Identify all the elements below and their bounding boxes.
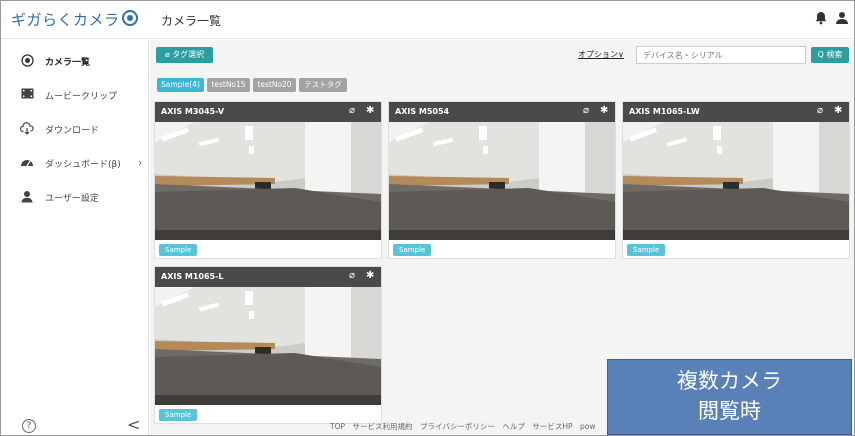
camera-card-header: AXIS M1065-LW ⌀ ✱	[623, 102, 849, 122]
camera-snapshot[interactable]	[155, 122, 381, 240]
logo-text: ギガらくカメラ	[11, 11, 120, 29]
options-link[interactable]: オプション∨	[578, 49, 624, 60]
camera-name: AXIS M5054	[395, 107, 450, 116]
options-label: オプション	[578, 50, 618, 59]
camera-card[interactable]: AXIS M3045-V ⌀ ✱ Sample	[154, 101, 382, 259]
sidebar-item-movie-clip[interactable]: ムービークリップ	[1, 82, 149, 112]
download-icon	[19, 122, 34, 136]
sidebar-item-label: ユーザー設定	[45, 194, 99, 204]
camera-card-header: AXIS M5054 ⌀ ✱	[389, 102, 615, 122]
camera-card-header: AXIS M1065-L ⌀ ✱	[155, 267, 381, 287]
sidebar-item-label: ダウンロード	[45, 126, 100, 136]
sidebar-item-label: カメラ一覧	[45, 58, 91, 68]
app-window: ギガらくカメラ カメラ一覧 カメラ一覧 ムービークリップ ダウンロード ダッシュ…	[0, 0, 855, 436]
page-title: カメラ一覧	[161, 14, 222, 28]
tag-chip[interactable]: testNo15	[207, 78, 250, 92]
overlay-line: 閲覧時	[698, 399, 761, 423]
tag-chip[interactable]: testNo20	[253, 78, 296, 92]
gear-icon[interactable]: ✱	[834, 105, 842, 116]
tag-icon[interactable]: ⌀	[817, 105, 823, 116]
chevron-down-icon: ∨	[618, 50, 624, 59]
tag-icon[interactable]: ⌀	[349, 270, 355, 281]
collapse-sidebar-icon[interactable]: <	[127, 415, 140, 434]
annotation-overlay: 複数カメラ 閲覧時	[607, 359, 852, 435]
sidebar-item-label: ダッシュボード(β)	[45, 160, 121, 170]
bell-icon[interactable]	[813, 11, 829, 27]
camera-name: AXIS M1065-LW	[629, 107, 700, 116]
camera-snapshot[interactable]	[623, 122, 849, 240]
sidebar-item-label: ムービークリップ	[45, 92, 118, 102]
camera-tag-badge[interactable]: Sample	[393, 244, 432, 256]
dashboard-icon	[20, 156, 34, 170]
overlay-line: 複数カメラ	[677, 369, 782, 393]
tag-chip[interactable]: Sample(4)	[157, 78, 204, 92]
camera-name: AXIS M3045-V	[161, 107, 225, 116]
tag-select-button[interactable]: ⌀ タグ選択	[156, 47, 213, 63]
camera-tag-badge[interactable]: Sample	[159, 409, 198, 421]
camera-tag-badge[interactable]: Sample	[627, 244, 666, 256]
chevron-right-icon: ›	[138, 156, 143, 169]
search-button-label: 検索	[826, 50, 843, 59]
tag-icon[interactable]: ⌀	[583, 105, 589, 116]
search-input[interactable]	[636, 46, 806, 64]
user-icon[interactable]	[834, 11, 850, 27]
camera-name: AXIS M1065-L	[161, 272, 224, 281]
film-icon	[20, 88, 34, 102]
sidebar: カメラ一覧 ムービークリップ ダウンロード ダッシュボード(β) › ユーザー設…	[1, 40, 149, 435]
tag-chip[interactable]: テストタグ	[299, 78, 347, 92]
top-header: ギガらくカメラ カメラ一覧	[1, 1, 854, 39]
sidebar-item-dashboard[interactable]: ダッシュボード(β) ›	[1, 150, 149, 180]
sidebar-item-download[interactable]: ダウンロード	[1, 116, 149, 146]
camera-snapshot[interactable]	[155, 287, 381, 405]
logo-camera-icon	[121, 10, 138, 26]
camera-icon	[20, 54, 34, 68]
gear-icon[interactable]: ✱	[366, 105, 374, 116]
search-button[interactable]: Q 検索	[811, 47, 849, 63]
camera-card[interactable]: AXIS M1065-L ⌀ ✱ Sample	[154, 266, 382, 424]
camera-snapshot[interactable]	[389, 122, 615, 240]
app-logo[interactable]: ギガらくカメラ	[11, 9, 138, 30]
tag-select-label: タグ選択	[172, 50, 205, 59]
gear-icon[interactable]: ✱	[600, 105, 608, 116]
search-icon: Q	[817, 50, 824, 59]
gear-icon[interactable]: ✱	[366, 270, 374, 281]
help-icon[interactable]: ?	[22, 419, 36, 433]
user-settings-icon	[20, 190, 34, 204]
camera-card[interactable]: AXIS M1065-LW ⌀ ✱ Sample	[622, 101, 850, 259]
sidebar-item-camera-list[interactable]: カメラ一覧	[1, 48, 149, 78]
tag-icon: ⌀	[164, 50, 170, 59]
footer-links[interactable]: TOP サービス利用規約 プライバシーポリシー ヘルプ サービスHP pow	[330, 421, 596, 432]
camera-card-header: AXIS M3045-V ⌀ ✱	[155, 102, 381, 122]
camera-tag-badge[interactable]: Sample	[159, 244, 198, 256]
camera-card[interactable]: AXIS M5054 ⌀ ✱ Sample	[388, 101, 616, 259]
sidebar-item-user-settings[interactable]: ユーザー設定	[1, 184, 149, 214]
tag-icon[interactable]: ⌀	[349, 105, 355, 116]
